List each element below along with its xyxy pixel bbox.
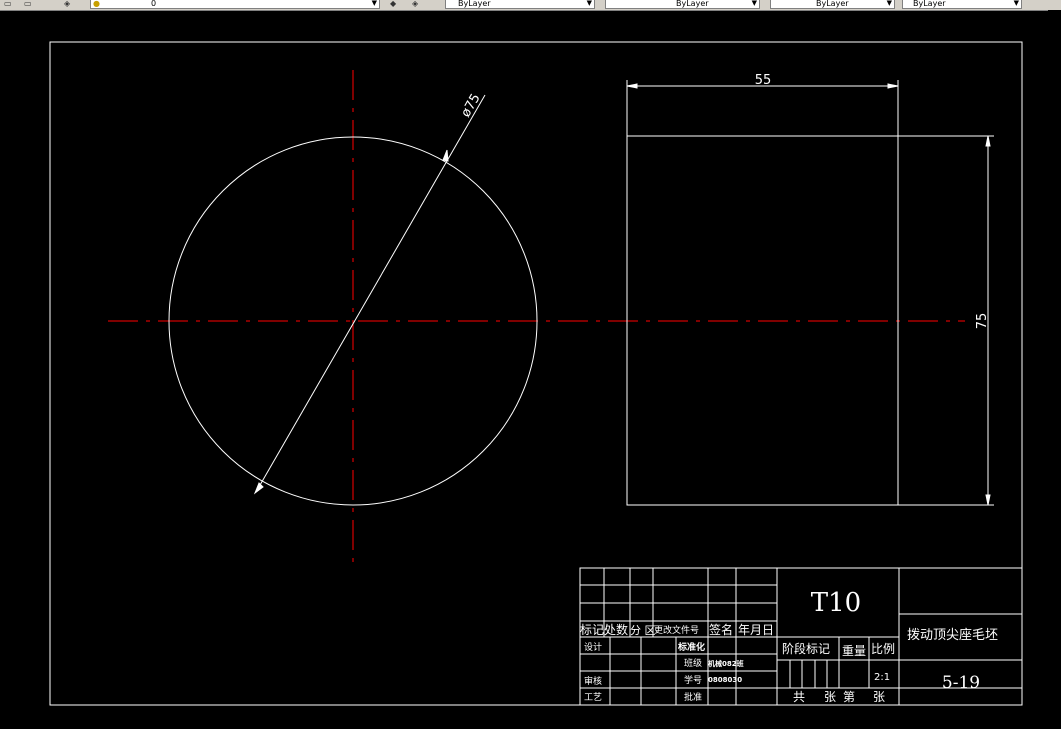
vertical-scrollbar[interactable] xyxy=(1048,10,1061,728)
layer-previous-icon[interactable]: ◈ xyxy=(412,0,418,8)
label-approve: 批准 xyxy=(684,691,702,703)
lineweight-value: ByLayer xyxy=(816,0,849,8)
command-line[interactable] xyxy=(0,729,1061,737)
plotstyle-dropdown[interactable]: ByLayer ▼ xyxy=(902,0,1022,9)
label-class: 班级 xyxy=(684,657,702,669)
label-sheets-unit: 张 xyxy=(824,690,836,704)
layer-dropdown[interactable]: ● 0 ▼ xyxy=(90,0,380,9)
drawing-canvas[interactable]: ø75 55 75 标记 处数 分 区 更改文件号 签名 年月日 设计 标准化 … xyxy=(0,10,1061,737)
sheet-border xyxy=(49,41,1023,706)
linetype-value: ByLayer xyxy=(676,0,709,8)
layer-value: 0 xyxy=(151,0,157,8)
label-stage-mark: 阶段标记 xyxy=(782,641,830,656)
part-name: 拨动顶尖座毛坯 xyxy=(907,628,998,643)
toolbar-button-icon[interactable]: ▭ xyxy=(24,0,32,8)
title-block-labels: 标记 处数 分 区 更改文件号 签名 年月日 设计 标准化 班级 机械082班 … xyxy=(580,588,998,704)
dim-arrowhead xyxy=(887,83,899,89)
lightbulb-icon: ● xyxy=(93,0,100,8)
width-dimension xyxy=(626,80,899,136)
label-standardize: 标准化 xyxy=(677,641,705,653)
header-mark: 标记 xyxy=(580,623,604,637)
dim-arrowhead xyxy=(985,494,991,506)
chevron-down-icon: ▼ xyxy=(586,0,592,7)
value-class: 机械082班 xyxy=(708,659,744,668)
width-dim-text: 55 xyxy=(755,73,772,88)
header-signature: 签名 xyxy=(709,622,733,637)
color-dropdown[interactable]: ByLayer ▼ xyxy=(445,0,595,9)
drawing-number: 5-19 xyxy=(942,673,980,693)
header-zone: 分 区 xyxy=(630,624,656,637)
header-date: 年月日 xyxy=(738,623,774,637)
value-student-no: 0808030 xyxy=(708,676,742,684)
diameter-dim-text: ø75 xyxy=(458,91,483,120)
diameter-dim-line xyxy=(255,94,486,493)
label-scale: 比例 xyxy=(871,642,895,656)
dim-arrowhead xyxy=(626,83,638,89)
chevron-down-icon: ▼ xyxy=(371,0,377,7)
header-count: 处数 xyxy=(604,622,628,637)
toolbar-button-icon[interactable]: ▭ xyxy=(4,0,12,8)
label-student-no: 学号 xyxy=(684,674,702,686)
label-design: 设计 xyxy=(584,641,602,653)
label-sheets-total: 共 xyxy=(793,690,805,704)
chevron-down-icon: ▼ xyxy=(751,0,757,7)
header-change-doc: 更改文件号 xyxy=(654,624,699,636)
dim-arrowhead xyxy=(985,135,991,147)
label-review: 审核 xyxy=(584,675,602,687)
plotstyle-value: ByLayer xyxy=(913,0,946,8)
chevron-down-icon: ▼ xyxy=(886,0,892,7)
label-sheet-no: 第 xyxy=(843,690,855,704)
height-dim-text: 75 xyxy=(975,313,990,330)
diameter-dimension xyxy=(253,94,486,495)
lineweight-dropdown[interactable]: ByLayer ▼ xyxy=(770,0,895,9)
layer-manager-icon[interactable]: ◈ xyxy=(64,0,70,8)
value-scale: 2:1 xyxy=(874,672,890,683)
make-current-layer-icon[interactable]: ◆ xyxy=(390,0,396,8)
dim-arrowhead xyxy=(253,482,264,495)
dim-arrowhead xyxy=(442,149,449,162)
label-process: 工艺 xyxy=(584,692,602,703)
chevron-down-icon: ▼ xyxy=(1013,0,1019,7)
label-weight: 重量 xyxy=(842,644,866,658)
color-value: ByLayer xyxy=(458,0,491,8)
material-text: T10 xyxy=(811,588,861,618)
linetype-dropdown[interactable]: ByLayer ▼ xyxy=(605,0,760,9)
label-sheet-unit: 张 xyxy=(873,690,885,704)
